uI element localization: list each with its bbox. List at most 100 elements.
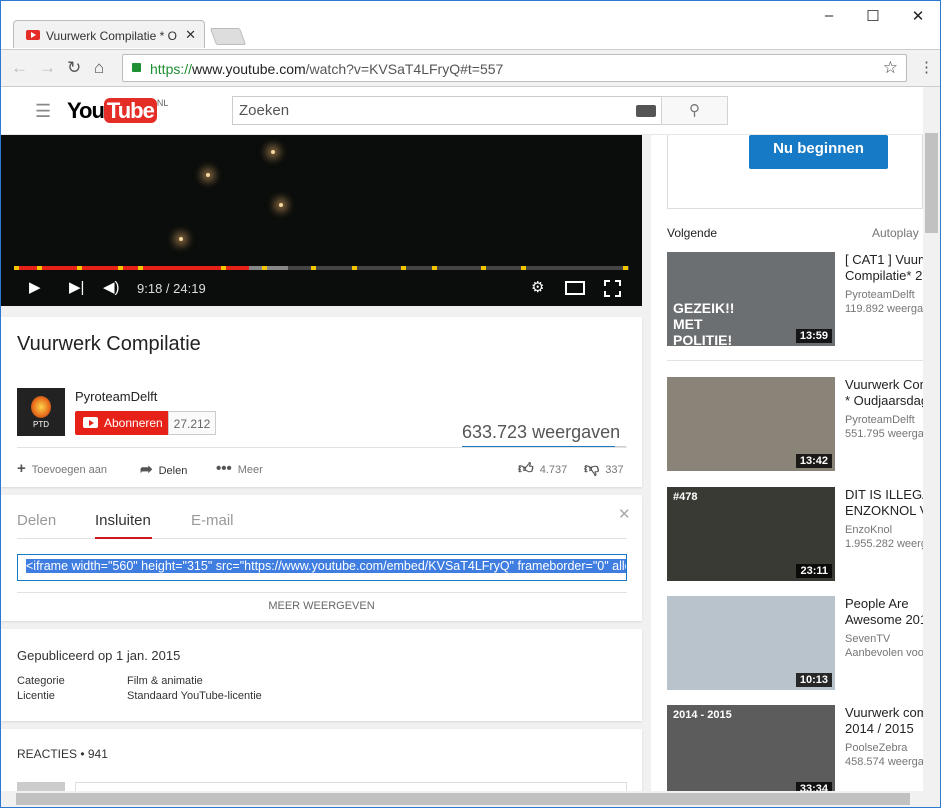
close-tab-icon[interactable]: ✕ — [185, 27, 196, 43]
like-button[interactable]: 👍︎ 4.737 — [518, 460, 567, 478]
video-thumbnail[interactable]: #478 23:11 — [667, 487, 835, 581]
video-title-line1[interactable]: [ CAT1 ] Vuurwerk — [845, 252, 923, 268]
close-share-icon[interactable]: ✕ — [618, 505, 631, 523]
vertical-scroll-thumb[interactable] — [925, 133, 938, 233]
video-title-line1[interactable]: Vuurwerk Compilatie — [845, 377, 923, 393]
comments-header: REACTIES • 941 — [17, 747, 108, 761]
video-title: Vuurwerk Compilatie — [17, 333, 201, 355]
video-title-line2[interactable]: Compilatie* 2 — [845, 268, 923, 284]
tab-embed[interactable]: Insluiten — [95, 512, 151, 529]
like-count: 4.737 — [539, 464, 568, 476]
thumbnail-caption: GEZEIK!! MET POLITIE! — [673, 300, 735, 348]
duration-badge: 23:11 — [796, 564, 832, 578]
search-icon: ⚲ — [689, 102, 700, 119]
category-value[interactable]: Film & animatie — [127, 675, 203, 687]
youtube-favicon-icon — [26, 30, 40, 40]
more-dots-icon: ••• — [216, 460, 232, 477]
up-next-label: Volgende — [667, 226, 718, 240]
video-title-line2[interactable]: 2014 / 2015 — [845, 721, 923, 737]
thumbs-up-icon: 👍︎ — [518, 460, 534, 477]
get-started-button[interactable]: Nu beginnen — [749, 135, 888, 169]
video-title-line2[interactable]: ENZOKNOL VLOG — [845, 503, 923, 519]
play-icon[interactable]: ▶ — [29, 278, 41, 296]
bookmark-star-icon[interactable]: ☆ — [883, 58, 898, 78]
video-meta: 1.955.282 weergaven — [845, 538, 923, 550]
settings-gear-icon[interactable]: ⚙ — [531, 278, 544, 296]
autoplay-label[interactable]: Autoplay — [872, 226, 919, 240]
browser-tab[interactable]: Vuurwerk Compilatie * O ✕ — [13, 20, 205, 48]
maximize-icon[interactable]: ☐ — [863, 7, 883, 25]
video-title-line2[interactable]: * Oudjaarsdag — [845, 393, 923, 409]
share-button[interactable]: ➦ Delen — [140, 460, 187, 478]
video-meta: 458.574 weergaven — [845, 756, 923, 768]
video-title-line2[interactable]: Awesome 2015 — [845, 612, 923, 628]
new-tab-button[interactable] — [209, 28, 247, 45]
minimize-icon[interactable]: – — [819, 7, 839, 24]
embed-code-text: <iframe width="560" height="315" src="ht… — [26, 559, 626, 573]
dislike-count: 337 — [605, 464, 624, 476]
license-value: Standaard YouTube-licentie — [127, 690, 262, 702]
add-to-button[interactable]: + Toevoegen aan — [17, 460, 107, 477]
channel-name[interactable]: PyroteamDelft — [75, 389, 157, 404]
volume-icon[interactable]: ◀) — [103, 278, 120, 296]
video-thumbnail[interactable]: 10:13 — [667, 596, 835, 690]
address-bar[interactable]: https://www.youtube.com/watch?v=KVSaT4LF… — [122, 54, 907, 82]
watch-page: ▶ ▶| ◀) 9:18 / 24:19 ⚙ Vuurwerk Compilat… — [1, 135, 923, 791]
plus-icon: + — [17, 460, 26, 477]
horizontal-scroll-thumb[interactable] — [16, 793, 910, 805]
keyboard-icon[interactable] — [636, 105, 656, 117]
avatar-text: PTD — [33, 420, 49, 429]
youtube-logo[interactable]: You Tube NL — [67, 98, 168, 124]
reload-icon[interactable]: ↻ — [67, 58, 81, 78]
url-path: /watch?v=KVSaT4LFryQ#t=557 — [305, 61, 504, 77]
browser-toolbar: ← → ↻ ⌂ https://www.youtube.com/watch?v=… — [1, 49, 940, 87]
details-card — [1, 629, 642, 721]
time-display: 9:18 / 24:19 — [137, 281, 206, 296]
show-more-button[interactable]: MEER WEERGEVEN — [1, 600, 642, 612]
thumbs-down-icon: 👎︎ — [584, 460, 600, 477]
add-to-label: Toevoegen aan — [31, 464, 107, 476]
duration-badge: 13:59 — [795, 329, 832, 343]
youtube-header: ☰ You Tube NL Zoeken ⚲ — [1, 87, 923, 135]
video-meta: 551.795 weergaven — [845, 428, 923, 440]
url-scheme: https:// — [150, 61, 193, 77]
video-title-line1[interactable]: People Are — [845, 596, 923, 612]
embed-code-input[interactable]: <iframe width="560" height="315" src="ht… — [17, 554, 627, 581]
subscribe-button[interactable]: Abonneren — [75, 411, 168, 435]
publish-date: Gepubliceerd op 1 jan. 2015 — [17, 648, 181, 663]
back-icon[interactable]: ← — [11, 58, 28, 78]
more-button[interactable]: ••• Meer — [216, 460, 263, 477]
channel-avatar[interactable]: PTD — [17, 388, 65, 436]
video-channel: PoolseZebra — [845, 742, 908, 754]
comment-input[interactable] — [75, 782, 627, 791]
lock-icon — [132, 63, 141, 72]
tab-email[interactable]: E-mail — [191, 512, 234, 529]
share-label: Delen — [158, 465, 188, 477]
tab-share[interactable]: Delen — [17, 512, 56, 529]
forward-icon[interactable]: → — [39, 58, 56, 78]
video-title-line1[interactable]: Vuurwerk compilatie — [845, 705, 923, 721]
tab-title: Vuurwerk Compilatie * O — [46, 29, 177, 43]
video-thumbnail[interactable]: 2014 - 2015 33:34 — [667, 705, 835, 791]
search-button[interactable]: ⚲ — [661, 96, 728, 125]
seek-bar[interactable] — [14, 266, 629, 270]
video-channel: PyroteamDelft — [845, 414, 915, 426]
theater-mode-icon[interactable] — [565, 281, 585, 295]
video-channel: PyroteamDelft — [845, 289, 915, 301]
close-window-icon[interactable]: ✕ — [908, 7, 928, 25]
video-player[interactable]: ▶ ▶| ◀) 9:18 / 24:19 ⚙ — [1, 135, 642, 306]
sidebar: Nu beginnen Volgende Autoplay GEZEIK!! M… — [651, 135, 923, 791]
next-icon[interactable]: ▶| — [69, 278, 84, 296]
video-meta: 119.892 weergaven — [845, 303, 923, 315]
home-icon[interactable]: ⌂ — [94, 58, 104, 78]
guide-menu-icon[interactable]: ☰ — [35, 101, 51, 122]
video-meta: Aanbevolen voor jou — [845, 647, 923, 659]
video-channel: SevenTV — [845, 633, 891, 645]
search-input[interactable]: Zoeken — [232, 96, 662, 125]
video-thumbnail[interactable]: 13:42 — [667, 377, 835, 471]
dislike-button[interactable]: 👎︎ 337 — [584, 460, 624, 478]
fullscreen-icon[interactable] — [604, 280, 621, 297]
video-title-line1[interactable]: DIT IS ILLEGAAL — [845, 487, 923, 503]
menu-icon[interactable]: ⋮ — [919, 58, 934, 76]
video-thumbnail[interactable]: GEZEIK!! MET POLITIE! 13:59 — [667, 252, 835, 348]
